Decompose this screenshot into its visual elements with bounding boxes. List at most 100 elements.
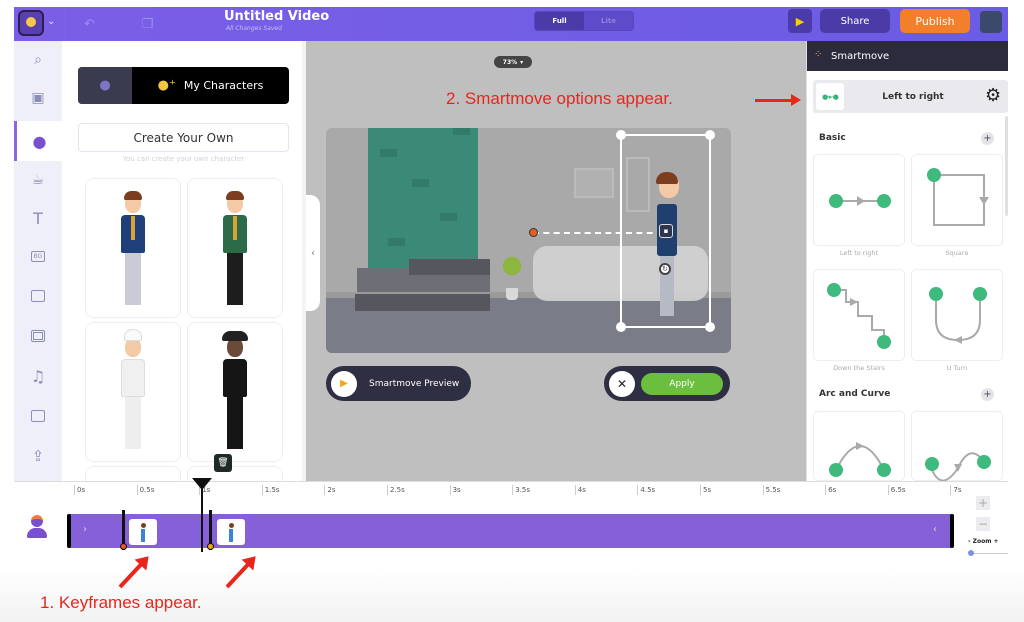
delete-keyframe-button[interactable]: 🗑: [214, 454, 232, 472]
sidebar-item-props[interactable]: ☕: [14, 161, 62, 199]
character-figure: [119, 191, 147, 311]
tab-my-characters[interactable]: ●⁺ My Characters: [132, 67, 289, 104]
expand-arc-button[interactable]: +: [981, 388, 994, 401]
timeline-tick: 5s: [700, 485, 711, 495]
chevron-right-icon: ›: [83, 524, 87, 535]
sidebar-item-upload[interactable]: ⇪: [14, 437, 62, 475]
smartmove-square[interactable]: [911, 154, 1003, 246]
smartmove-header: ⁘ Smartmove: [807, 41, 1008, 71]
sidebar-item-videos[interactable]: [14, 317, 62, 355]
keyframe-thumbnail[interactable]: [129, 519, 157, 545]
sidebar-item-text[interactable]: T: [14, 199, 62, 237]
smartmove-label: Down the Stairs: [833, 364, 885, 372]
resize-handle[interactable]: [705, 322, 715, 332]
video-title[interactable]: Untitled Video: [224, 9, 329, 24]
smartmove-arc[interactable]: [813, 411, 905, 481]
sidebar-item-music[interactable]: ♫: [14, 357, 62, 395]
image-icon: [31, 290, 45, 302]
sidebar-item-effects[interactable]: [14, 397, 62, 435]
zoom-slider[interactable]: [968, 550, 1008, 556]
timeline-zoom-out-button[interactable]: −: [976, 517, 990, 531]
user-avatar[interactable]: [980, 11, 1002, 33]
undo-button[interactable]: ↶: [64, 7, 114, 41]
video-icon: [31, 330, 45, 342]
share-button[interactable]: Share: [820, 9, 890, 33]
sidebar-item-backgrounds[interactable]: BG: [14, 237, 62, 275]
character-track[interactable]: › ‹: [67, 510, 954, 550]
sidebar-item-characters[interactable]: ●: [14, 121, 62, 161]
track-end-handle[interactable]: [950, 514, 954, 548]
resize-handle[interactable]: [616, 322, 626, 332]
timeline-tick: 3s: [449, 485, 461, 495]
scene-canvas[interactable]: ▪: [326, 128, 731, 353]
character-card-businessman-green[interactable]: [187, 178, 283, 318]
chevron-left-icon: ‹: [933, 524, 937, 535]
effects-icon: [31, 410, 45, 422]
keyframe-dot: [120, 543, 127, 550]
sidebar-item-templates[interactable]: ▣: [14, 79, 62, 117]
wall-picture: [574, 168, 614, 198]
character-card-gentleman[interactable]: [187, 322, 283, 462]
mode-lite[interactable]: Lite: [584, 12, 633, 30]
top-bar: ⌄ ↶ ❐ Untitled Video All Changes Saved F…: [14, 7, 1008, 41]
smartmove-wave[interactable]: [911, 411, 1003, 482]
smartmove-label: Square: [945, 249, 969, 257]
keyframe-marker[interactable]: [207, 510, 214, 550]
play-button[interactable]: ▶: [788, 9, 812, 33]
track-start-handle[interactable]: [67, 514, 71, 548]
add-person-icon: ●⁺: [157, 78, 176, 93]
character-card-businessman-blue[interactable]: [85, 178, 181, 318]
square-path-icon: [927, 168, 989, 226]
chevron-down-icon[interactable]: ⌄: [47, 16, 55, 27]
app-logo-icon[interactable]: [18, 10, 44, 36]
left-to-right-icon: [829, 194, 891, 208]
sidebar-item-search[interactable]: ⌕: [14, 41, 62, 79]
annotation-arrow-right-icon: [755, 94, 801, 106]
sidebar-item-images[interactable]: [14, 277, 62, 315]
resize-handle[interactable]: [616, 130, 626, 140]
timeline-zoom-in-button[interactable]: +: [976, 496, 990, 510]
smartmove-title: Smartmove: [831, 50, 890, 62]
canvas-area: ‹ 73% ▾ 2. Smartmove options appear. ▪ ↻…: [306, 41, 806, 481]
plus-icon: +: [983, 389, 992, 400]
character-figure: [221, 331, 249, 455]
playhead[interactable]: [192, 478, 213, 552]
publish-button[interactable]: Publish: [900, 9, 970, 33]
smartmove-u-turn[interactable]: [911, 269, 1003, 361]
smartmove-label: U Turn: [946, 364, 968, 372]
collapse-panel-button[interactable]: ‹: [306, 195, 320, 311]
resize-handle[interactable]: [705, 130, 715, 140]
selected-smartmove[interactable]: ●-▸-● Left to right ⚙: [813, 80, 1008, 113]
tab-all-characters[interactable]: ●: [78, 67, 132, 104]
bg-icon: BG: [30, 250, 46, 262]
cancel-button[interactable]: ✕: [609, 370, 635, 397]
mode-full[interactable]: Full: [535, 12, 584, 30]
keyframe-marker[interactable]: [120, 510, 127, 550]
sidebar-rail: ⌕ ▣ ● ☕ T BG ♫ ⇪: [14, 41, 62, 481]
close-icon: ✕: [616, 376, 628, 391]
canvas-zoom-dropdown[interactable]: 73% ▾: [494, 56, 532, 68]
character-card-chef[interactable]: [85, 322, 181, 462]
smartmove-left-to-right[interactable]: [813, 154, 905, 246]
selection-box[interactable]: [616, 130, 715, 332]
duplicate-button[interactable]: ❐: [122, 7, 172, 41]
timeline-tick: 5.5s: [762, 485, 780, 495]
apply-button[interactable]: Apply: [641, 372, 723, 395]
smartmove-down-the-stairs[interactable]: [813, 269, 905, 361]
gear-icon[interactable]: ⚙: [985, 85, 1001, 106]
create-your-own-button[interactable]: Create Your Own: [78, 123, 289, 152]
smartmove-preview-button[interactable]: ▶ Smartmove Preview: [326, 366, 471, 401]
smartmove-label: Left to right: [839, 249, 879, 257]
section-basic-title: Basic: [819, 133, 846, 143]
character-tabs: ● ●⁺ My Characters: [78, 67, 289, 104]
green-wall-panel: [368, 128, 478, 274]
rotate-icon[interactable]: ↻: [659, 263, 671, 275]
chevron-down-icon: ▾: [520, 58, 524, 66]
plant: [502, 246, 522, 286]
path-start-point[interactable]: [529, 228, 538, 237]
expand-basic-button[interactable]: +: [981, 132, 994, 145]
keyframe-thumbnail[interactable]: [217, 519, 245, 545]
keyframe-dot: [207, 543, 214, 550]
zoom-slider-knob[interactable]: [968, 550, 974, 556]
panel-scrollbar[interactable]: [1005, 116, 1008, 216]
